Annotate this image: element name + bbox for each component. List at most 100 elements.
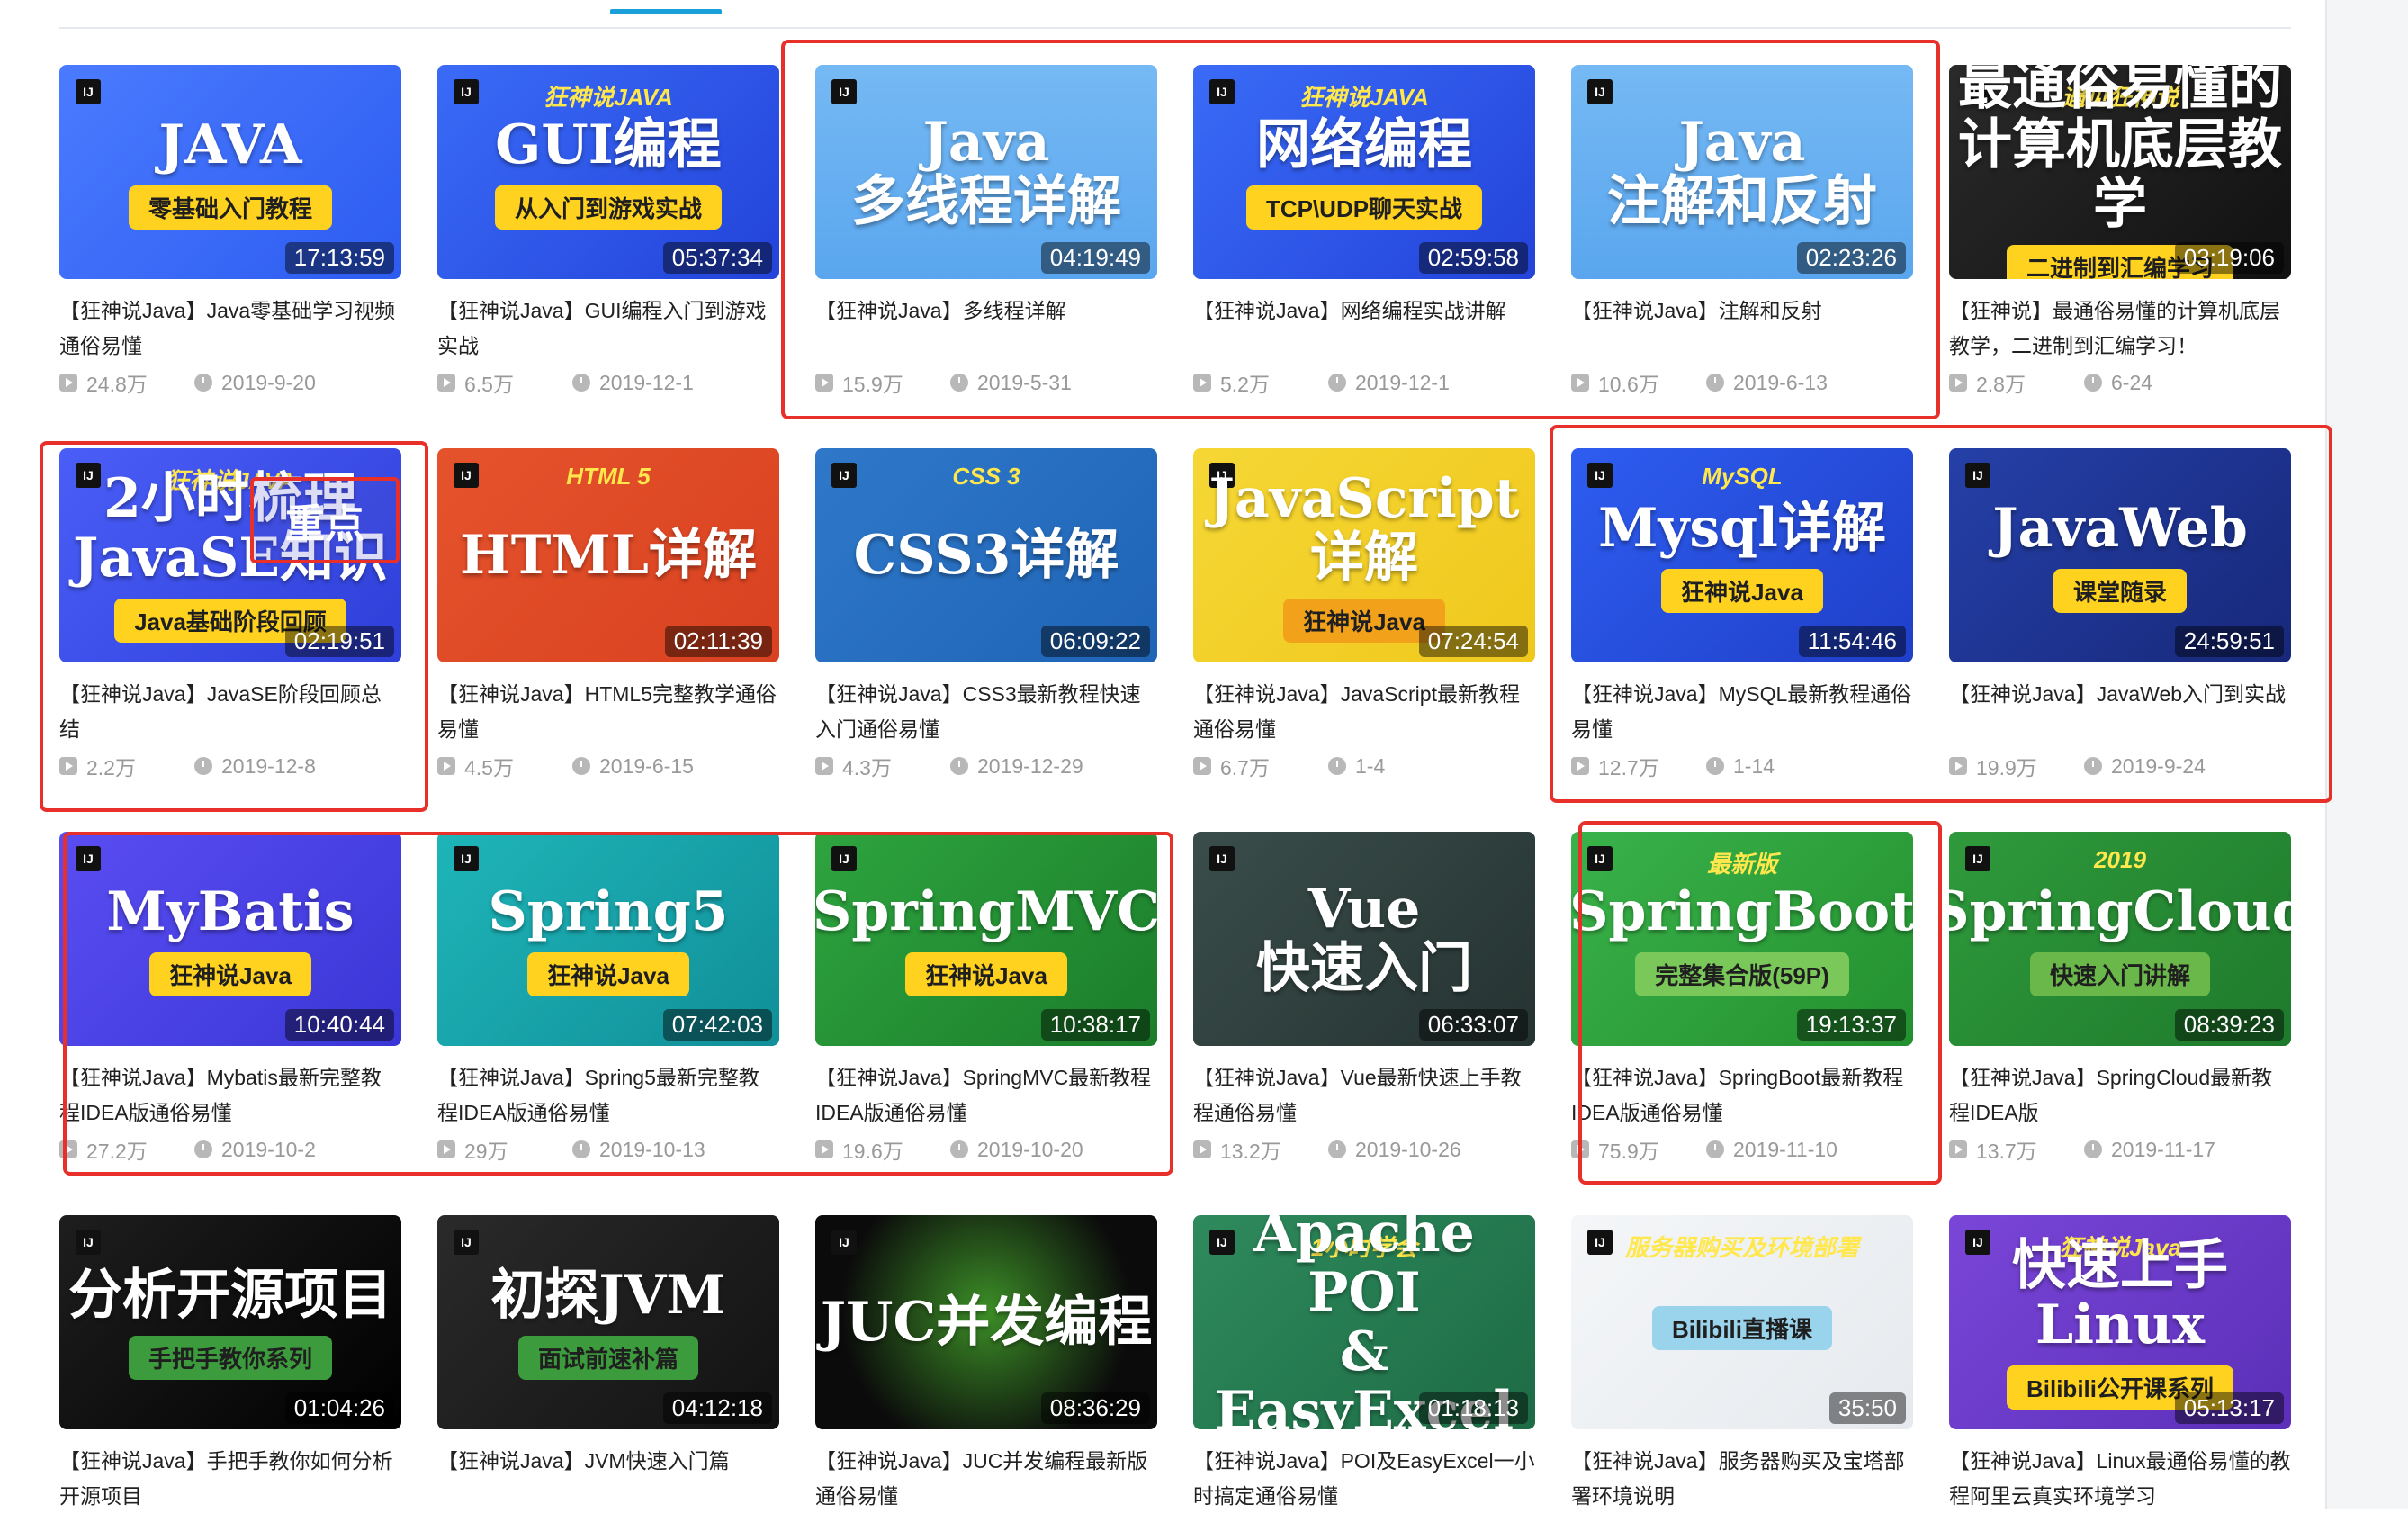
- clock-icon: [2084, 1140, 2102, 1158]
- video-thumbnail[interactable]: IJ 1小时学会 Apache POI & EasyExcel 01:18:13: [1193, 1215, 1535, 1429]
- video-thumbnail[interactable]: IJ SpringMVC 狂神说Java 10:38:17: [815, 832, 1157, 1046]
- thumbnail-title: SpringMVC: [815, 879, 1157, 943]
- video-title[interactable]: 【狂神说Java】多线程详解: [815, 293, 1157, 364]
- video-title[interactable]: 【狂神说Java】MySQL最新教程通俗易懂: [1571, 677, 1913, 747]
- video-thumbnail[interactable]: IJ 最新版 SpringBoot 完整集合版(59P) 19:13:37: [1571, 832, 1913, 1046]
- video-title[interactable]: 【狂神说Java】注解和反射: [1571, 293, 1913, 364]
- video-thumbnail[interactable]: IJ 2019 SpringCloud 快速入门讲解 08:39:23: [1949, 832, 2291, 1046]
- video-title[interactable]: 【狂神说Java】Java零基础学习视频通俗易懂: [59, 293, 401, 364]
- video-title[interactable]: 【狂神说Java】手把手教你如何分析开源项目: [59, 1444, 401, 1514]
- play-count-icon: [1571, 1140, 1589, 1158]
- video-title[interactable]: 【狂神说Java】JUC并发编程最新版通俗易懂: [815, 1444, 1157, 1514]
- video-duration: 19:13:37: [1796, 1009, 1906, 1041]
- video-duration: 06:09:22: [1040, 626, 1150, 657]
- video-title[interactable]: 【狂神说Java】CSS3最新教程快速入门通俗易懂: [815, 677, 1157, 747]
- thumbnail-title: GUI编程: [495, 113, 722, 176]
- thumbnail-title: Vue 快速入门: [1256, 878, 1472, 1000]
- publish-date: 2019-9-20: [221, 370, 316, 394]
- video-title[interactable]: 【狂神说Java】Mybatis最新完整教程IDEA版通俗易懂: [59, 1060, 401, 1131]
- video-title[interactable]: 【狂神说Java】网络编程实战讲解: [1193, 293, 1535, 364]
- video-thumbnail[interactable]: IJ JAVA 零基础入门教程 17:13:59: [59, 65, 401, 279]
- thumbnail-title: Mysql详解: [1598, 496, 1886, 560]
- play-count-icon: [59, 374, 77, 392]
- thumbnail-title: MyBatis: [106, 879, 355, 943]
- video-title[interactable]: 【狂神说Java】POI及EasyExcel一小时搞定通俗易懂: [1193, 1444, 1535, 1514]
- clock-icon: [1706, 374, 1724, 392]
- video-title[interactable]: 【狂神说Java】JavaSE阶段回顾总结: [59, 677, 401, 747]
- video-title[interactable]: 【狂神说Java】JVM快速入门篇: [437, 1444, 779, 1514]
- view-count: 24.8万: [86, 373, 148, 396]
- view-count: 15.9万: [842, 373, 903, 396]
- play-count-icon: [59, 757, 77, 775]
- video-thumbnail[interactable]: IJ JUC并发编程 08:36:29: [815, 1215, 1157, 1429]
- video-thumbnail[interactable]: IJ Spring5 狂神说Java 07:42:03: [437, 832, 779, 1046]
- publish-date: 2019-12-1: [599, 370, 694, 394]
- video-thumbnail[interactable]: IJ Java 多线程详解 04:19:49: [815, 65, 1157, 279]
- video-thumbnail[interactable]: IJ Vue 快速入门 06:33:07: [1193, 832, 1535, 1046]
- video-thumbnail[interactable]: IJ 服务器购买及环境部署 Bilibili直播课 35:50: [1571, 1215, 1913, 1429]
- clock-icon: [950, 374, 968, 392]
- thumbnail-title: SpringBoot: [1571, 879, 1913, 943]
- video-thumbnail[interactable]: IJ 分析开源项目 手把手教你系列 01:04:26: [59, 1215, 401, 1429]
- video-thumbnail[interactable]: IJ CSS 3 CSS3详解 06:09:22: [815, 448, 1157, 662]
- thumbnail-subtitle: 零基础入门教程: [128, 185, 332, 230]
- video-duration: 07:42:03: [662, 1009, 772, 1041]
- view-count: 4.3万: [842, 756, 892, 780]
- publish-date: 2019-11-10: [1733, 1137, 1837, 1161]
- video-thumbnail[interactable]: IJ 狂神说JAVA GUI编程 从入门到游戏实战 05:37:34: [437, 65, 779, 279]
- video-thumbnail[interactable]: IJ 遇见狂神说 最通俗易懂的 计算机底层教学 二进制到汇编学习 03:19:06: [1949, 65, 2291, 279]
- thumbnail-title: 最通俗易懂的 计算机底层教学: [1958, 65, 2282, 236]
- play-count-icon: [815, 757, 833, 775]
- video-meta: 2.2万 2019-12-8: [59, 751, 401, 781]
- video-title[interactable]: 【狂神说Java】JavaScript最新教程通俗易懂: [1193, 677, 1535, 747]
- thumbnail-title: JavaWeb: [1992, 496, 2248, 560]
- video-duration: 03:19:06: [2174, 242, 2284, 274]
- play-count-icon: [1949, 374, 1967, 392]
- video-thumbnail[interactable]: IJ 狂神说JAVA 网络编程 TCP\UDP聊天实战 02:59:58: [1193, 65, 1535, 279]
- video-thumbnail[interactable]: IJ JavaScript详解 狂神说Java 07:24:54: [1193, 448, 1535, 662]
- thumbnail-subtitle: TCP\UDP聊天实战: [1245, 185, 1483, 230]
- highlight-stamp: 重点: [250, 477, 400, 563]
- play-count-icon: [1193, 757, 1211, 775]
- play-count-icon: [1949, 757, 1967, 775]
- video-title[interactable]: 【狂神说Java】Spring5最新完整教程IDEA版通俗易懂: [437, 1060, 779, 1131]
- publish-date: 2019-12-29: [977, 753, 1083, 778]
- video-title[interactable]: 【狂神说Java】SpringMVC最新教程IDEA版通俗易懂: [815, 1060, 1157, 1131]
- video-meta: 2.8万 6-24: [1949, 367, 2291, 398]
- play-count-icon: [1571, 374, 1589, 392]
- video-title[interactable]: 【狂神说Java】SpringCloud最新教程IDEA版: [1949, 1060, 2291, 1131]
- scrollbar[interactable]: [2325, 0, 2408, 1509]
- play-count-icon: [437, 1140, 455, 1158]
- video-thumbnail[interactable]: IJ 初探JVM 面试前速补篇 04:12:18: [437, 1215, 779, 1429]
- video-thumbnail[interactable]: IJ HTML 5 HTML详解 02:11:39: [437, 448, 779, 662]
- thumbnail-title: JAVA: [158, 113, 302, 176]
- video-duration: 10:38:17: [1040, 1009, 1150, 1041]
- video-title[interactable]: 【狂神说Java】GUI编程入门到游戏实战: [437, 293, 779, 364]
- publish-date: 2019-10-2: [221, 1137, 316, 1161]
- thumbnail-title: JUC并发编程: [820, 1291, 1153, 1354]
- thumbnail-subtitle: 狂神说Java: [149, 951, 311, 996]
- video-meta: 24.8万 2019-9-20: [59, 367, 401, 398]
- video-title[interactable]: 【狂神说Java】Vue最新快速上手教程通俗易懂: [1193, 1060, 1535, 1131]
- view-count: 2.2万: [86, 756, 136, 780]
- view-count: 6.7万: [1220, 756, 1270, 780]
- clock-icon: [1706, 757, 1724, 775]
- view-count: 75.9万: [1598, 1140, 1659, 1163]
- video-title[interactable]: 【狂神说Java】HTML5完整教学通俗易懂: [437, 677, 779, 747]
- clock-icon: [1706, 1140, 1724, 1158]
- video-duration: 17:13:59: [284, 242, 394, 274]
- video-duration: 01:04:26: [284, 1392, 394, 1424]
- video-title[interactable]: 【狂神说】最通俗易懂的计算机底层教学，二进制到汇编学习！: [1949, 293, 2291, 364]
- publish-date: 2019-6-15: [599, 753, 694, 778]
- video-thumbnail[interactable]: IJ JavaWeb 课堂随录 24:59:51: [1949, 448, 2291, 662]
- thumbnail-title: JavaScript详解: [1208, 466, 1520, 590]
- video-thumbnail[interactable]: IJ 狂神说Java 快速上手 Linux Bilibili公开课系列 05:13:17: [1949, 1215, 2291, 1429]
- video-thumbnail[interactable]: IJ Java 注解和反射 02:23:26: [1571, 65, 1913, 279]
- video-thumbnail[interactable]: IJ MyBatis 狂神说Java 10:40:44: [59, 832, 401, 1046]
- video-title[interactable]: 【狂神说Java】SpringBoot最新教程IDEA版通俗易懂: [1571, 1060, 1913, 1131]
- video-thumbnail[interactable]: IJ MySQL Mysql详解 狂神说Java 11:54:46: [1571, 448, 1913, 662]
- video-duration: 02:59:58: [1418, 242, 1528, 274]
- video-title[interactable]: 【狂神说Java】服务器购买及宝塔部署环境说明: [1571, 1444, 1913, 1514]
- video-title[interactable]: 【狂神说Java】JavaWeb入门到实战: [1949, 677, 2291, 747]
- video-title[interactable]: 【狂神说Java】Linux最通俗易懂的教程阿里云真实环境学习: [1949, 1444, 2291, 1514]
